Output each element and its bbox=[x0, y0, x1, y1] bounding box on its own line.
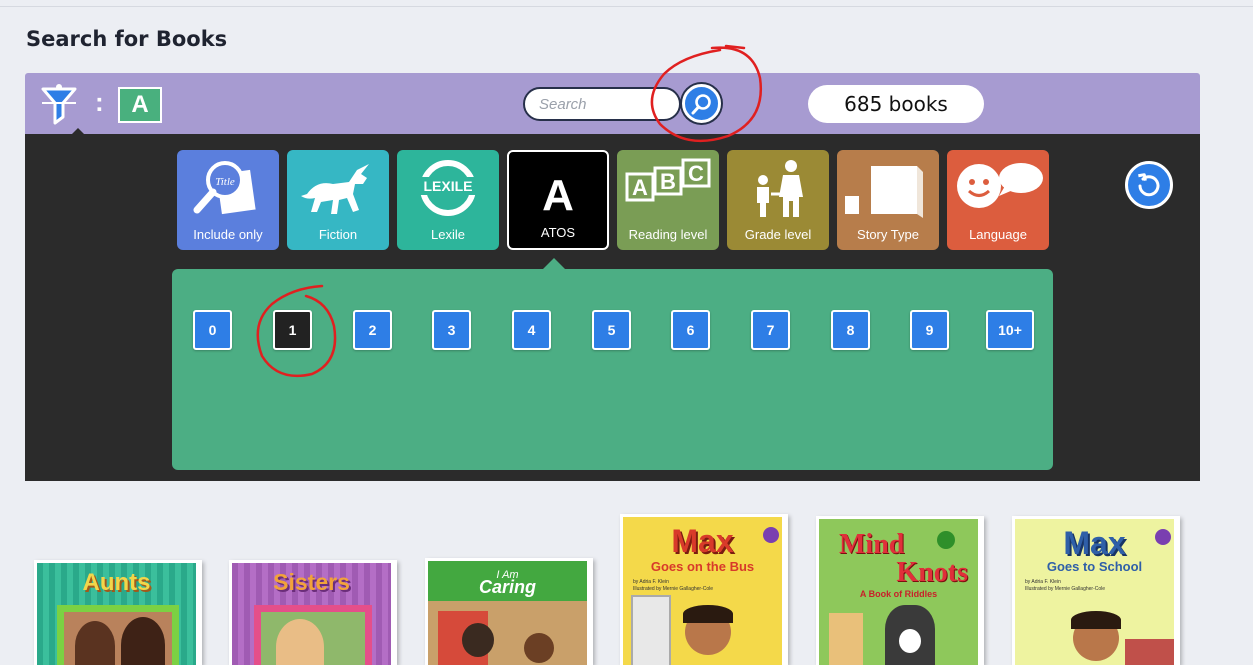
book-title: Max bbox=[1063, 525, 1126, 561]
abc-blocks-icon: A B C bbox=[625, 158, 711, 202]
book-count-badge: 685 books bbox=[808, 85, 984, 123]
book-title: Aunts bbox=[82, 569, 151, 596]
filter-tile-label: Include only bbox=[193, 227, 263, 242]
book-title: Caring bbox=[478, 577, 536, 597]
filter-tile-label: Grade level bbox=[744, 227, 812, 242]
filter-tile-grade-level[interactable]: Grade level bbox=[727, 150, 829, 250]
reset-filters-button[interactable] bbox=[1125, 161, 1173, 209]
filter-tile-language[interactable]: Language bbox=[947, 150, 1049, 250]
unicorn-icon bbox=[301, 164, 369, 214]
filter-funnel-icon[interactable] bbox=[39, 83, 79, 127]
filter-tile-label: Reading level bbox=[628, 227, 708, 242]
book-cover-max-goes-on-the-bus[interactable]: Max Goes on the Bus by Adria F. Klein Il… bbox=[620, 514, 788, 665]
search-panel: : A 685 books Title Include only bbox=[25, 73, 1200, 481]
letter-a-icon: A bbox=[542, 171, 574, 220]
filter-separator: : bbox=[95, 87, 104, 117]
level-button-7[interactable]: 7 bbox=[751, 310, 790, 350]
book-cover-aunts[interactable]: Aunts bbox=[34, 560, 202, 665]
page-title: Search for Books bbox=[26, 27, 228, 51]
filter-tile-label: ATOS bbox=[540, 225, 576, 240]
lexile-badge-text: LEXILE bbox=[423, 178, 472, 194]
filter-tile-story-type[interactable]: Story Type bbox=[837, 150, 939, 250]
search-input[interactable] bbox=[523, 87, 681, 121]
book-illustrator: Illustrated by Mernie Gallagher-Cole bbox=[1025, 586, 1106, 592]
svg-text:B: B bbox=[660, 169, 676, 194]
atos-level-panel: 0 1 2 3 4 5 6 7 8 9 10+ bbox=[172, 258, 1053, 470]
atos-glyph: A bbox=[542, 171, 574, 220]
search-toolbar: : A 685 books bbox=[25, 73, 1200, 135]
lexile-logo-icon: LEXILE bbox=[417, 160, 479, 216]
level-panel-pointer bbox=[542, 258, 566, 270]
filter-tile-label: Language bbox=[969, 227, 1027, 242]
svg-text:Title: Title bbox=[215, 176, 235, 188]
book-author: by Adria F. Klein bbox=[1025, 579, 1061, 585]
book-subtitle: A Book of Riddles bbox=[859, 589, 938, 599]
book-illustrator: Illustrated by Mernie Gallagher-Cole bbox=[633, 586, 714, 592]
filter-tile-fiction[interactable]: Fiction bbox=[287, 150, 389, 250]
book-title-line-2: Knots bbox=[896, 557, 968, 588]
search-button[interactable] bbox=[682, 84, 721, 123]
grade-figures-icon bbox=[757, 160, 803, 217]
book-sizes-icon bbox=[845, 166, 923, 218]
filter-tile-label: Lexile bbox=[431, 227, 465, 242]
level-button-0[interactable]: 0 bbox=[193, 310, 232, 350]
filter-tile-label: Fiction bbox=[318, 227, 358, 242]
level-button-9[interactable]: 9 bbox=[910, 310, 949, 350]
level-button-5[interactable]: 5 bbox=[592, 310, 631, 350]
book-subtitle: Goes on the Bus bbox=[650, 559, 755, 574]
book-title: Sisters bbox=[273, 569, 350, 595]
filter-tile-lexile[interactable]: LEXILE Lexile bbox=[397, 150, 499, 250]
svg-text:A: A bbox=[632, 175, 648, 200]
book-author: by Adria F. Klein bbox=[633, 579, 669, 585]
smiley-speech-icon bbox=[957, 163, 1043, 208]
level-button-3[interactable]: 3 bbox=[432, 310, 471, 350]
filter-tile-atos[interactable]: A ATOS bbox=[507, 150, 609, 250]
book-cover-mind-knots[interactable]: Mind Knots A Book of Riddles bbox=[816, 516, 984, 665]
filter-tile-reading-level[interactable]: A B C Reading level bbox=[617, 150, 719, 250]
top-divider bbox=[0, 6, 1253, 7]
filter-area: Title Include only Fiction LEXILE Lexile… bbox=[25, 134, 1200, 481]
level-button-10-plus[interactable]: 10+ bbox=[986, 310, 1034, 350]
reset-rotate-icon bbox=[1138, 173, 1160, 197]
active-filter-chip[interactable]: A bbox=[118, 87, 162, 123]
level-button-4[interactable]: 4 bbox=[512, 310, 551, 350]
level-button-6[interactable]: 6 bbox=[671, 310, 710, 350]
filter-tile-label: Story Type bbox=[857, 227, 919, 242]
book-cover-sisters[interactable]: Sisters bbox=[229, 560, 397, 665]
level-button-2[interactable]: 2 bbox=[353, 310, 392, 350]
level-button-1[interactable]: 1 bbox=[273, 310, 312, 350]
book-subtitle: Goes to School bbox=[1046, 559, 1143, 574]
title-magnifier-icon: Title bbox=[193, 161, 256, 215]
book-cover-i-am-caring[interactable]: I Am Caring bbox=[425, 558, 593, 665]
level-button-8[interactable]: 8 bbox=[831, 310, 870, 350]
svg-text:C: C bbox=[688, 161, 704, 186]
filter-tile-include-only[interactable]: Title Include only bbox=[177, 150, 279, 250]
book-title: Max bbox=[671, 523, 734, 559]
magnifier-icon bbox=[691, 94, 711, 115]
book-cover-max-goes-to-school[interactable]: Max Goes to School by Adria F. Klein Ill… bbox=[1012, 516, 1180, 665]
